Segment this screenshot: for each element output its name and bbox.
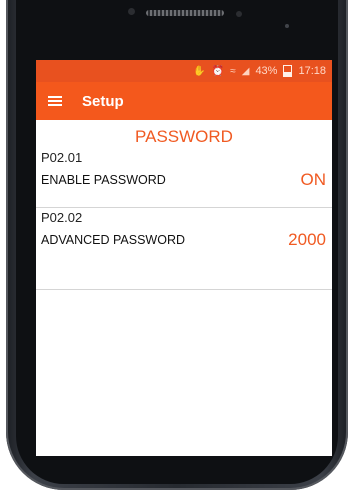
light-sensor (285, 24, 289, 28)
phone-device: ✋ ⏰ ≈ ◢ 43% 17:18 Setup PASSWORD P02.01 … (0, 0, 354, 490)
speaker-grille (146, 10, 224, 16)
status-time: 17:18 (298, 65, 326, 77)
battery-percent: 43% (255, 65, 278, 77)
status-bar: ✋ ⏰ ≈ ◢ 43% 17:18 (36, 60, 332, 82)
parameter-row-advanced-password[interactable]: P02.02 ADVANCED PASSWORD 2000 (36, 210, 332, 290)
phone-screen: ✋ ⏰ ≈ ◢ 43% 17:18 Setup PASSWORD P02.01 … (36, 60, 332, 456)
parameter-code: P02.02 (41, 210, 83, 225)
mute-icon: ✋ (193, 65, 206, 77)
wifi-icon: ≈ (230, 65, 236, 77)
parameter-row-enable-password[interactable]: P02.01 ENABLE PASSWORD ON (36, 150, 332, 208)
alarm-icon: ⏰ (211, 65, 225, 77)
parameter-code: P02.01 (41, 150, 83, 165)
parameter-value[interactable]: ON (301, 170, 327, 190)
app-bar-title: Setup (82, 92, 124, 110)
front-camera (236, 11, 242, 17)
signal-icon: ◢ (241, 65, 250, 77)
parameter-value[interactable]: 2000 (288, 230, 326, 250)
parameter-label: ENABLE PASSWORD (41, 173, 166, 187)
hamburger-menu-icon[interactable] (48, 96, 62, 106)
battery-icon (283, 65, 293, 77)
section-title: PASSWORD (135, 127, 233, 146)
proximity-sensor (128, 8, 135, 15)
parameter-label: ADVANCED PASSWORD (41, 233, 186, 247)
app-bar: Setup (36, 82, 332, 120)
